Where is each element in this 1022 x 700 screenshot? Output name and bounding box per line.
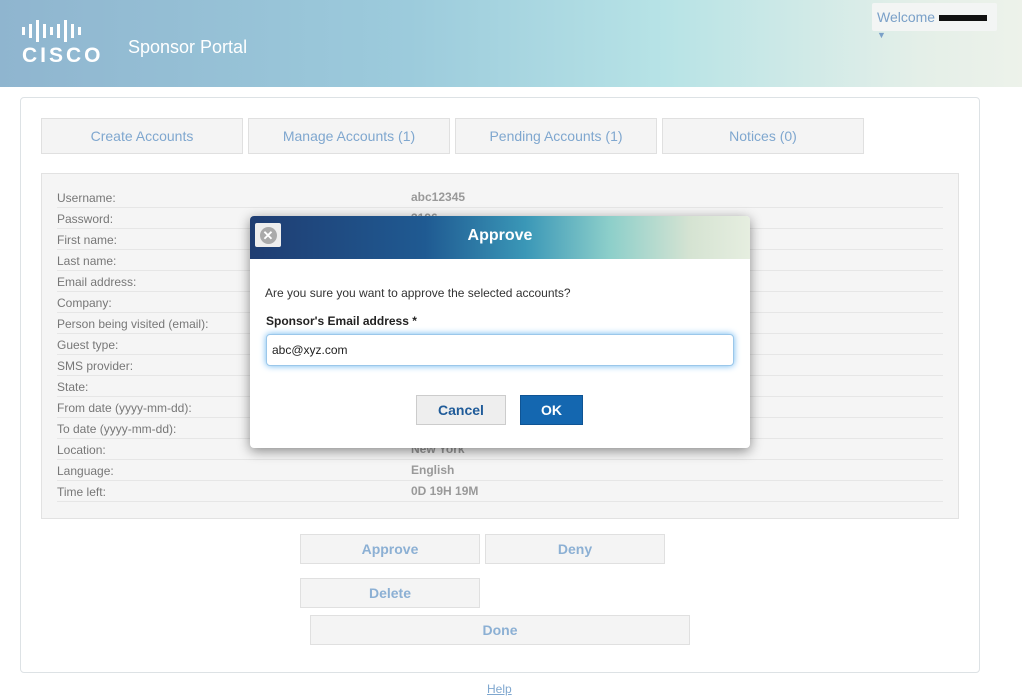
detail-label: Location: — [57, 443, 106, 457]
approve-button[interactable]: Approve — [300, 534, 480, 564]
detail-label: Password: — [57, 212, 114, 226]
page-title: Sponsor Portal — [128, 37, 248, 57]
tab-create-accounts[interactable]: Create Accounts — [41, 118, 243, 154]
detail-label: Email address: — [57, 275, 137, 289]
detail-value: English — [411, 463, 455, 477]
chevron-down-icon: ▼ — [877, 30, 886, 40]
tab-manage-accounts[interactable]: Manage Accounts (1) — [248, 118, 450, 154]
delete-button[interactable]: Delete — [300, 578, 480, 608]
detail-row: Username: abc12345 — [57, 187, 943, 208]
detail-label: Username: — [57, 191, 116, 205]
detail-value: 0D 19H 19M — [411, 484, 479, 498]
sponsor-email-input[interactable] — [266, 334, 734, 366]
dialog-header: ✕ Approve — [250, 216, 750, 259]
detail-label: Person being visited (email): — [57, 317, 209, 331]
detail-label: Time left: — [57, 485, 106, 499]
done-button[interactable]: Done — [310, 615, 690, 645]
detail-label: First name: — [57, 233, 118, 247]
dialog-question: Are you sure you want to approve the sel… — [265, 286, 571, 300]
detail-label: State: — [57, 380, 89, 394]
detail-label: Last name: — [57, 254, 117, 268]
cancel-button[interactable]: Cancel — [416, 395, 506, 425]
help-link[interactable]: Help — [487, 682, 512, 696]
detail-value: abc12345 — [411, 190, 466, 204]
detail-row: Time left: 0D 19H 19M — [57, 481, 943, 502]
header: CISCO Sponsor Portal Welcome ▼ — [0, 0, 1022, 87]
approve-dialog: ✕ Approve Are you sure you want to appro… — [250, 216, 750, 448]
user-menu[interactable]: Welcome ▼ — [872, 3, 997, 40]
detail-label: SMS provider: — [57, 359, 134, 373]
deny-button[interactable]: Deny — [485, 534, 665, 564]
detail-label: Guest type: — [57, 338, 119, 352]
detail-label: Language: — [57, 464, 114, 478]
detail-label: Company: — [57, 296, 112, 310]
redacted-username — [938, 15, 987, 22]
tab-pending-accounts[interactable]: Pending Accounts (1) — [455, 118, 657, 154]
detail-label: From date (yyyy-mm-dd): — [57, 401, 192, 415]
detail-row: Language: English — [57, 460, 943, 481]
dialog-title: Approve — [467, 227, 533, 244]
cisco-logo: CISCO — [22, 20, 104, 68]
detail-label: To date (yyyy-mm-dd): — [57, 422, 177, 436]
email-label: Sponsor's Email address * — [266, 314, 417, 328]
tab-notices[interactable]: Notices (0) — [662, 118, 864, 154]
ok-button[interactable]: OK — [520, 395, 583, 425]
